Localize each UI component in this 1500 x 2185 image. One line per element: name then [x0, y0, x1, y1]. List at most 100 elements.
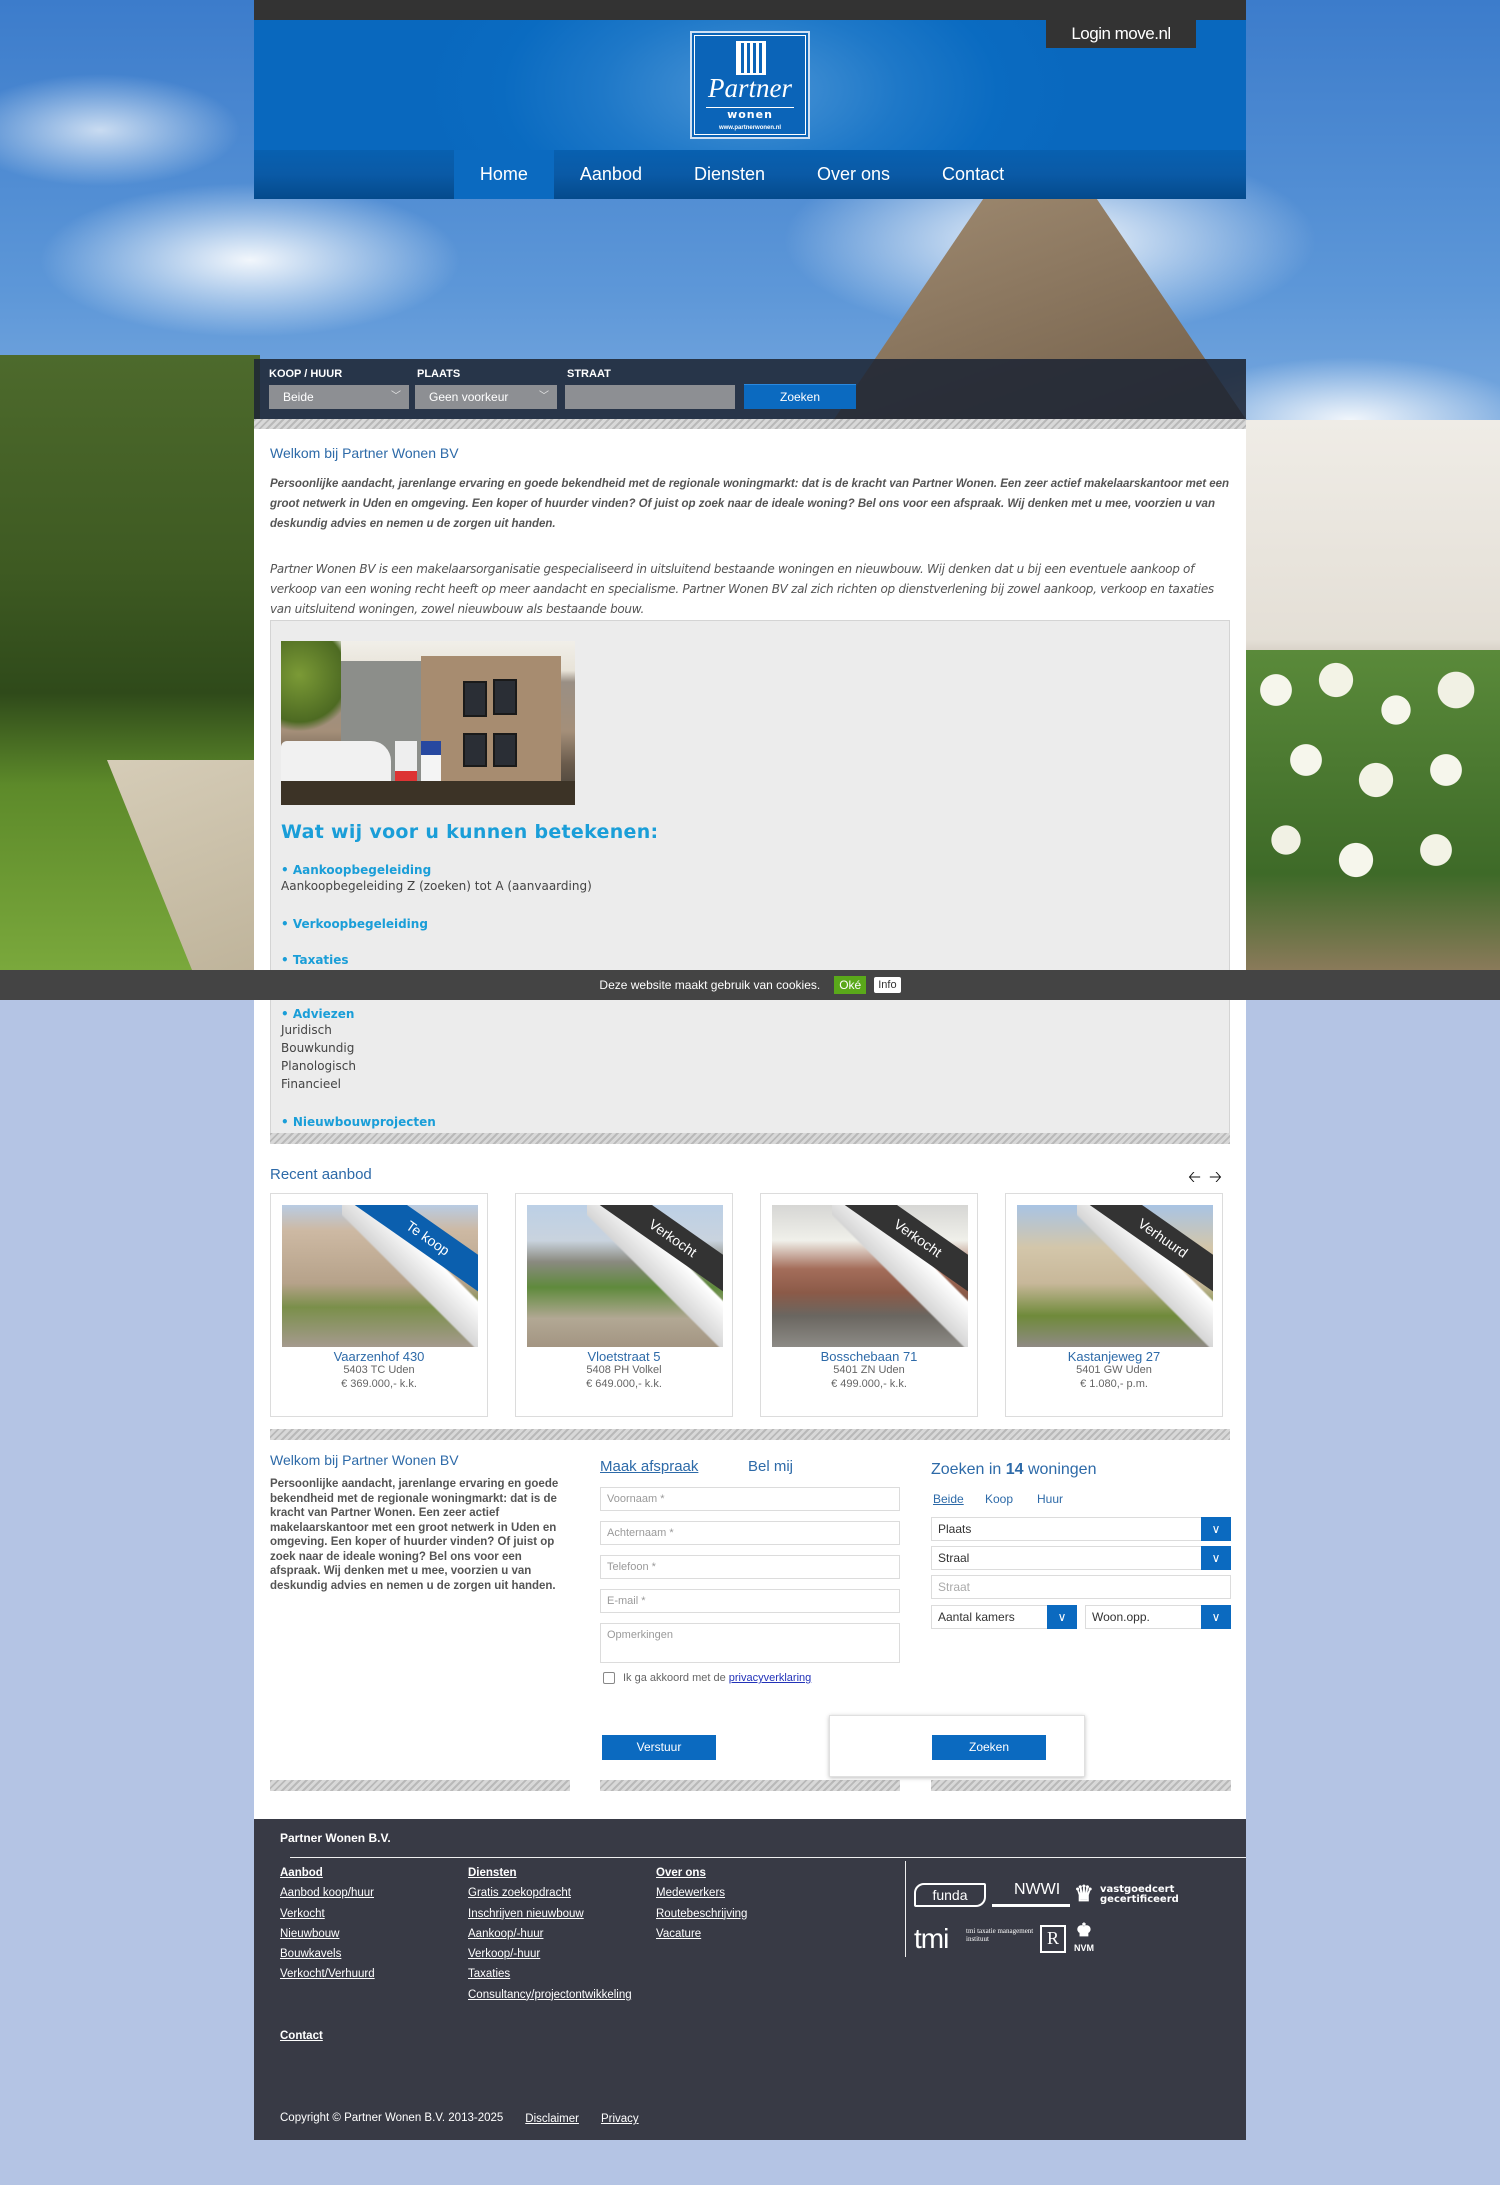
- listing-card[interactable]: Verhuurd Kastanjeweg 27 5401 GW Uden € 1…: [1005, 1193, 1223, 1417]
- register-taxateurs-logo[interactable]: R: [1040, 1925, 1066, 1953]
- vastgoedcert-logo[interactable]: vastgoedcert gecertificeerd: [1100, 1885, 1200, 1905]
- straal-dropdown[interactable]: Straal ∨: [931, 1546, 1231, 1570]
- email-field[interactable]: E-mail *: [600, 1589, 900, 1613]
- footer-link[interactable]: Verkocht: [280, 1904, 375, 1924]
- voornaam-field[interactable]: Voornaam *: [600, 1487, 900, 1511]
- quick-search-submit-button[interactable]: Zoeken: [744, 384, 856, 409]
- logo-brand-text: Partner: [708, 73, 792, 103]
- plaats-value: Geen voorkeur: [429, 390, 509, 404]
- service-title[interactable]: • Adviezen: [281, 1007, 356, 1021]
- listing-price: € 1.080,- p.m.: [1080, 1378, 1148, 1390]
- nav-contact[interactable]: Contact: [916, 150, 1030, 199]
- verstuur-button[interactable]: Verstuur: [602, 1735, 716, 1760]
- welcome-title: Welkom bij Partner Wonen BV: [270, 445, 459, 461]
- plaats-select[interactable]: Geen voorkeur ﹀: [415, 385, 557, 409]
- nav-home[interactable]: Home: [453, 150, 554, 199]
- privacy-link[interactable]: privacyverklaring: [729, 1672, 812, 1684]
- disclaimer-link[interactable]: Disclaimer: [525, 2112, 579, 2126]
- listing-photo: Verkocht: [527, 1205, 723, 1347]
- hatch-divider: [600, 1780, 900, 1791]
- listing-street[interactable]: Kastanjeweg 27: [1006, 1349, 1222, 1364]
- quick-search-bar: KOOP / HUUR PLAATS STRAAT Beide ﹀ Geen v…: [254, 359, 1246, 419]
- footer-link-over-ons[interactable]: Over ons: [656, 1863, 747, 1883]
- nav-aanbod[interactable]: Aanbod: [554, 150, 668, 199]
- listing-price: € 369.000,- k.k.: [341, 1378, 417, 1390]
- footer-link[interactable]: Consultancy/projectontwikkeling: [468, 1985, 632, 2005]
- cookie-ok-button[interactable]: Oké: [834, 976, 867, 994]
- search-tab-beide[interactable]: Beide: [933, 1492, 964, 1506]
- telefoon-field[interactable]: Telefoon *: [600, 1555, 900, 1579]
- listing-photo: Verkocht: [772, 1205, 968, 1347]
- chevron-down-icon: ﹀: [539, 391, 549, 402]
- tmi-logo-mark[interactable]: tmi: [914, 1923, 949, 1955]
- footer-link[interactable]: Verkoop/-huur: [468, 1944, 632, 1964]
- nvm-logo[interactable]: ♚ NVM: [1072, 1917, 1096, 1953]
- cookie-consent-bar: Deze website maakt gebruik van cookies. …: [0, 970, 1500, 1000]
- nav-over-ons[interactable]: Over ons: [791, 150, 916, 199]
- footer-link[interactable]: Routebeschrijving: [656, 1904, 747, 1924]
- login-move-button[interactable]: Login move.nl: [1046, 20, 1196, 48]
- footer-link-diensten[interactable]: Diensten: [468, 1863, 632, 1883]
- intro-paragraph-1: Persoonlijke aandacht, jarenlange ervari…: [270, 478, 1230, 530]
- footer-link[interactable]: Inschrijven nieuwbouw: [468, 1904, 632, 1924]
- service-title[interactable]: • Verkoopbegeleiding: [281, 917, 428, 931]
- footer-column-diensten: Diensten Gratis zoekopdracht Inschrijven…: [468, 1863, 632, 2005]
- listing-zip-city: 5401 GW Uden: [1076, 1364, 1152, 1376]
- privacy-consent-row: Ik ga akkoord met de privacyverklaring: [603, 1672, 811, 1684]
- listing-street[interactable]: Vloetstraat 5: [516, 1349, 732, 1364]
- listing-street[interactable]: Bosschebaan 71: [761, 1349, 977, 1364]
- service-line: Financieel: [281, 1077, 341, 1091]
- cookie-info-button[interactable]: Info: [874, 977, 901, 993]
- listing-card[interactable]: Verkocht Vloetstraat 5 5408 PH Volkel € …: [515, 1193, 733, 1417]
- search-tab-huur[interactable]: Huur: [1037, 1492, 1063, 1506]
- achternaam-field[interactable]: Achternaam *: [600, 1521, 900, 1545]
- footer-link[interactable]: Gratis zoekopdracht: [468, 1883, 632, 1903]
- footer-link[interactable]: Taxaties: [468, 1964, 632, 1984]
- footer-link[interactable]: Verkocht/Verhuurd: [280, 1964, 375, 1984]
- listing-card[interactable]: Verkocht Bosschebaan 71 5401 ZN Uden € 4…: [760, 1193, 978, 1417]
- koop-huur-select[interactable]: Beide ﹀: [269, 385, 409, 409]
- listing-card[interactable]: Te koop Vaarzenhof 430 5403 TC Uden € 36…: [270, 1193, 488, 1417]
- footer-link-contact[interactable]: Contact: [280, 2026, 323, 2046]
- service-title[interactable]: • Nieuwbouwprojecten: [281, 1115, 436, 1129]
- arrow-left-icon[interactable]: 🡠: [1188, 1169, 1201, 1186]
- straat-search-input[interactable]: Straat: [931, 1575, 1231, 1599]
- footer-link[interactable]: Aanbod koop/huur: [280, 1883, 375, 1903]
- chevron-down-icon: ∨: [1047, 1605, 1077, 1629]
- search-tab-koop[interactable]: Koop: [985, 1492, 1013, 1506]
- listing-count: 14: [1005, 1461, 1024, 1478]
- recent-aanbod-title: Recent aanbod: [270, 1166, 372, 1183]
- nwwi-logo[interactable]: NWWI: [992, 1881, 1070, 1907]
- service-title[interactable]: • Aankoopbegeleiding: [281, 863, 592, 877]
- privacy-checkbox[interactable]: [603, 1672, 615, 1684]
- chevron-down-icon: ∨: [1201, 1517, 1231, 1541]
- services-box: Wat wij voor u kunnen betekenen: • Aanko…: [270, 620, 1230, 1144]
- listing-photo: Verhuurd: [1017, 1205, 1213, 1347]
- footer-link[interactable]: Vacature: [656, 1924, 747, 1944]
- arrow-right-icon[interactable]: 🡢: [1209, 1169, 1222, 1186]
- privacy-footer-link[interactable]: Privacy: [601, 2112, 639, 2126]
- listing-street[interactable]: Vaarzenhof 430: [271, 1349, 487, 1364]
- service-title[interactable]: • Taxaties: [281, 953, 349, 967]
- partner-wonen-logo[interactable]: Partner wonen www.partnerwonen.nl: [690, 31, 810, 139]
- opmerkingen-textarea[interactable]: Opmerkingen: [600, 1623, 900, 1663]
- footer-link[interactable]: Nieuwbouw: [280, 1924, 375, 1944]
- tab-maak-afspraak[interactable]: Maak afspraak: [600, 1458, 698, 1475]
- zoeken-button[interactable]: Zoeken: [932, 1735, 1046, 1760]
- woonopp-dropdown-value: Woon.opp.: [1092, 1610, 1150, 1624]
- straat-input[interactable]: [565, 385, 735, 409]
- cookie-text: Deze website maakt gebruik van cookies.: [599, 978, 821, 992]
- aantal-kamers-dropdown[interactable]: Aantal kamers ∨: [931, 1605, 1077, 1629]
- tab-bel-mij[interactable]: Bel mij: [748, 1458, 793, 1475]
- woon-opp-dropdown[interactable]: Woon.opp. ∨: [1085, 1605, 1231, 1629]
- chevron-down-icon: ∨: [1201, 1546, 1231, 1570]
- nav-diensten[interactable]: Diensten: [668, 150, 791, 199]
- footer-link[interactable]: Aankoop/-huur: [468, 1924, 632, 1944]
- footer-link-aanbod[interactable]: Aanbod: [280, 1863, 375, 1883]
- footer-link[interactable]: Medewerkers: [656, 1883, 747, 1903]
- funda-logo[interactable]: funda: [914, 1883, 986, 1907]
- service-aankoopbegeleiding: • Aankoopbegeleiding Aankoopbegeleiding …: [281, 863, 592, 895]
- footer-link[interactable]: Bouwkavels: [280, 1944, 375, 1964]
- plaats-dropdown[interactable]: Plaats ∨: [931, 1517, 1231, 1541]
- site-header: Login move.nl Partner wonen www.partnerw…: [254, 20, 1246, 150]
